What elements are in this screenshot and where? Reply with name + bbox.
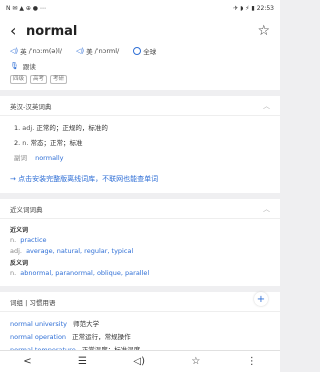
adverb-form: 副词 normally [14, 152, 270, 162]
more-icon[interactable]: ⋮ [247, 356, 257, 367]
adverb-label: 副词 [14, 154, 27, 162]
chevron-up-icon[interactable]: ︿ [263, 204, 270, 214]
definition-item: 1. adj. 正常的；正规的，标准的 [14, 122, 270, 132]
synonym-row[interactable]: n. practice [10, 236, 270, 244]
synonyms-section-header[interactable]: 近义词词典 ︿ [0, 199, 280, 219]
antonym-pos: n. [10, 269, 17, 277]
synonym-row[interactable]: adj. average, natural, regular, typical [10, 247, 270, 255]
phonetics-row: ◁) 英 /ˈnɔːm(ə)l/ ◁) 美 /ˈnɔrml/ 全球 [10, 45, 270, 57]
microphone-icon[interactable]: 🎙︎ [10, 62, 19, 70]
antonyms-label: 反义词 [10, 260, 29, 267]
status-signal-icons: ✈ ◗ ⚡ ▮ [233, 4, 255, 12]
phrase-english[interactable]: normal university [10, 320, 67, 328]
phrases-title: 词组 | 习惯用语 [10, 298, 56, 307]
synonym-words[interactable]: practice [20, 236, 46, 244]
phrases-section-header[interactable]: 词组 | 习惯用语 [0, 292, 280, 312]
synonym-pos: adj. [10, 247, 22, 255]
synonym-words[interactable]: average, natural, regular, typical [26, 247, 133, 255]
status-bar: N ✉ ▲ ⊕ ● ⋯ ✈ ◗ ⚡ ▮ 22:53 [0, 0, 280, 16]
dictionary-section: 英汉-汉英词典 ︿ 1. adj. 正常的；正规的，标准的 2. n. 常态；正… [0, 96, 280, 193]
back-nav-icon[interactable]: < [23, 356, 31, 367]
phonetic-uk: /ˈnɔːm(ə)l/ [28, 47, 62, 55]
phrase-english[interactable]: normal operation [10, 333, 66, 341]
definition-number: 1. [14, 124, 21, 132]
favorite-icon[interactable]: ☆ [191, 356, 200, 367]
antonym-words[interactable]: abnormal, paranormal, oblique, parallel [20, 269, 149, 277]
phrase-chinese: 师范大学 [73, 320, 100, 328]
back-icon[interactable]: ‹ [10, 23, 24, 39]
synonyms-section: 近义词词典 ︿ 近义词 n. practice adj. average, na… [0, 199, 280, 286]
adverb-link[interactable]: normally [35, 154, 63, 162]
bottom-toolbar: < ☰ ◁) ☆ ⋮ [0, 350, 280, 372]
status-notification-icons: N ✉ ▲ ⊕ ● ⋯ [6, 4, 46, 12]
speaker-uk-icon[interactable]: ◁) [10, 47, 18, 55]
exam-tag: 考研 [50, 75, 68, 84]
definition-text: 正常的；正规的，标准的 [36, 124, 108, 132]
dictionary-section-header[interactable]: 英汉-汉英词典 ︿ [0, 96, 280, 116]
phrase-row[interactable]: normal operation 正常运行，常规操作 [10, 331, 270, 341]
offline-dictionary-promo-link[interactable]: → 点击安装完整版离线词库，不联网也能查单词 [0, 168, 280, 193]
word-header: ‹ normal ☆ ◁) 英 /ˈnɔːm(ə)l/ ◁) 美 /ˈnɔrml… [0, 16, 280, 90]
synonyms-title: 近义词词典 [10, 205, 43, 214]
status-time: 22:53 [256, 4, 274, 12]
phonetic-uk-label: 英 [20, 48, 27, 56]
chevron-up-icon[interactable]: ︿ [263, 101, 270, 111]
speaker-us-icon[interactable]: ◁) [76, 47, 84, 55]
synonyms-label: 近义词 [10, 227, 29, 234]
definition-pos: n. [22, 139, 29, 147]
definition-number: 2. [14, 139, 21, 147]
exam-tag: 四级 [10, 75, 28, 84]
list-icon[interactable]: ☰ [78, 356, 87, 367]
phonetic-us: /ˈnɔrml/ [94, 47, 120, 55]
synonym-pos: n. [10, 236, 17, 244]
definition-text: 常态；正常；标准 [30, 139, 83, 147]
antonym-row[interactable]: n. abnormal, paranormal, oblique, parall… [10, 269, 270, 277]
read-along-row[interactable]: 🎙︎ 跟读 [10, 61, 270, 71]
phonetic-us-label: 美 [86, 48, 93, 56]
dictionary-title: 英汉-汉英词典 [10, 102, 52, 111]
synonyms-body: 近义词 n. practice adj. average, natural, r… [0, 219, 280, 286]
read-along-label[interactable]: 跟读 [23, 61, 36, 71]
global-pronunciation-label[interactable]: 全球 [143, 46, 156, 56]
headword: normal [26, 23, 78, 39]
globe-icon[interactable] [133, 47, 142, 55]
exam-tags: 四级 高考 考研 [10, 75, 270, 84]
favorite-star-icon[interactable]: ☆ [257, 23, 270, 39]
add-button[interactable]: + [254, 292, 268, 306]
exam-tag: 高考 [30, 75, 48, 84]
definition-pos: adj. [22, 124, 35, 132]
definition-item: 2. n. 常态；正常；标准 [14, 137, 270, 147]
definitions-list: 1. adj. 正常的；正规的，标准的 2. n. 常态；正常；标准 副词 no… [0, 116, 280, 168]
phrase-chinese: 正常运行，常规操作 [72, 333, 131, 341]
sound-icon[interactable]: ◁) [133, 356, 145, 367]
phrase-row[interactable]: normal university 师范大学 [10, 318, 270, 328]
